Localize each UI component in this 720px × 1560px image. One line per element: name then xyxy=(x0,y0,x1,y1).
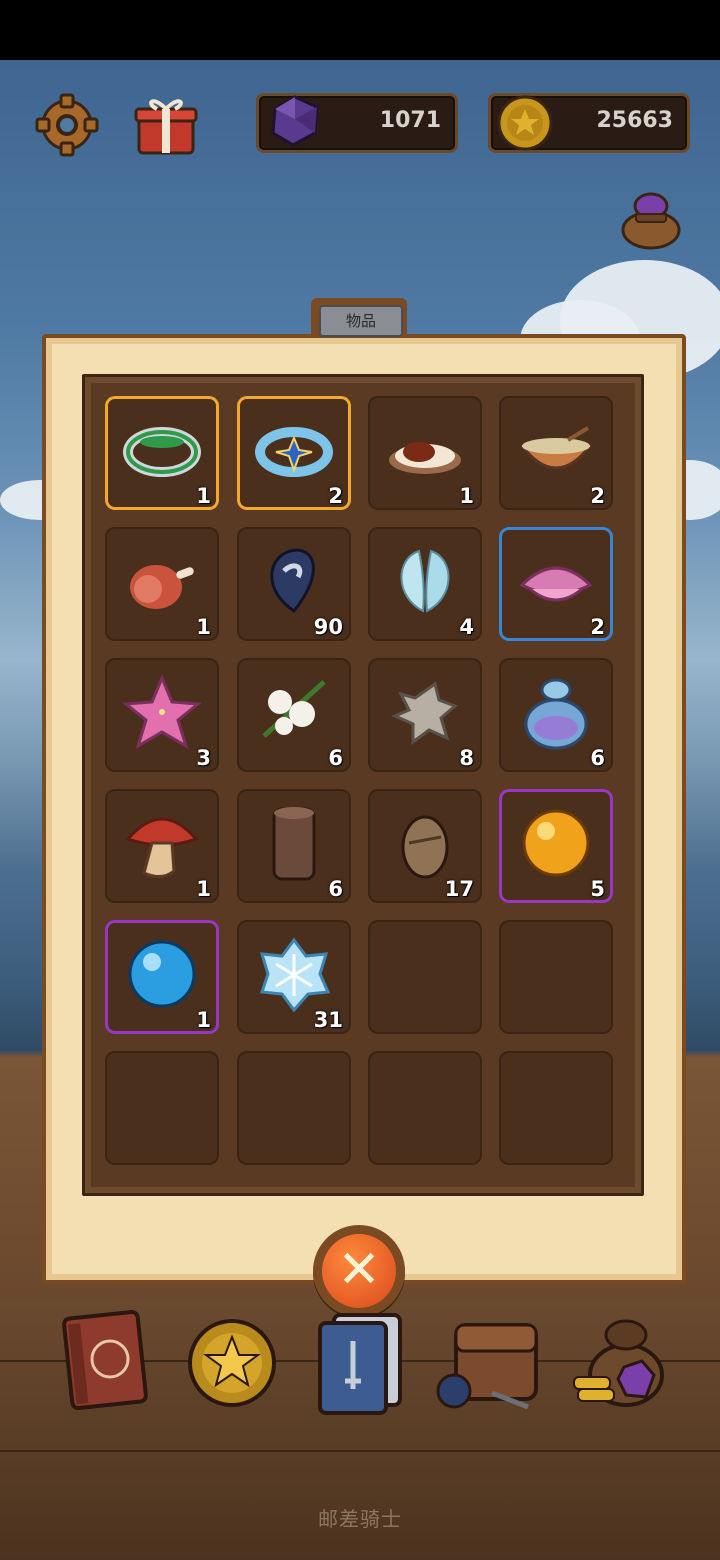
item-count: 17 xyxy=(444,877,474,901)
item-count: 2 xyxy=(328,484,343,508)
inventory-slot-egg-stone[interactable]: 17 xyxy=(368,789,482,903)
inventory-slot-empty[interactable] xyxy=(368,1051,482,1165)
inventory-slot-cotton-flower[interactable]: 6 xyxy=(237,658,351,772)
item-count: 1 xyxy=(196,615,211,639)
nav-book-button[interactable] xyxy=(58,1305,158,1415)
inventory-slot-potion-sack[interactable]: 6 xyxy=(499,658,613,772)
close-icon: ✕ xyxy=(322,1234,396,1308)
coin-count: 25663 xyxy=(596,108,673,133)
inventory-slot-pink-clam[interactable]: 2 xyxy=(499,527,613,641)
inventory-slot-dark-feather[interactable]: 90 xyxy=(237,527,351,641)
item-count: 31 xyxy=(313,1008,343,1032)
inventory-slot-wood-log[interactable]: 6 xyxy=(237,789,351,903)
inventory-slot-green-ring[interactable]: 1 xyxy=(105,396,219,510)
close-button[interactable]: ✕ xyxy=(313,1225,405,1317)
star-coin-icon xyxy=(188,1319,276,1407)
inventory-slot-empty[interactable] xyxy=(237,1051,351,1165)
inventory-slot-empty[interactable] xyxy=(499,1051,613,1165)
inventory-slot-orange-orb[interactable]: 5 xyxy=(499,789,613,903)
inventory-slot-pink-starfish[interactable]: 3 xyxy=(105,658,219,772)
card-deck-icon xyxy=(318,1313,402,1415)
inventory-slot-angel-wings[interactable]: 4 xyxy=(368,527,482,641)
item-count: 8 xyxy=(459,746,474,770)
inventory-slot-soup-bowl[interactable]: 2 xyxy=(499,396,613,510)
gift-icon xyxy=(134,99,198,155)
panel-title: 物品 xyxy=(319,305,403,337)
gift-button[interactable] xyxy=(133,93,199,157)
inventory-slot-ham-meat[interactable]: 1 xyxy=(105,527,219,641)
gear-icon xyxy=(35,93,99,157)
item-count: 4 xyxy=(459,615,474,639)
treasure-bag-icon xyxy=(573,1319,664,1407)
gem-icon xyxy=(271,95,319,147)
inventory-slot-star-ring[interactable]: 2 xyxy=(237,396,351,510)
gem-bag-button[interactable] xyxy=(618,186,684,252)
item-count: 5 xyxy=(590,877,605,901)
item-count: 90 xyxy=(313,615,343,639)
item-count: 1 xyxy=(196,484,211,508)
item-count: 6 xyxy=(590,746,605,770)
coin-icon xyxy=(497,95,553,151)
item-count: 2 xyxy=(590,615,605,639)
inventory-slot-empty[interactable] xyxy=(368,920,482,1034)
item-count: 2 xyxy=(590,484,605,508)
inventory-slot-snowflake[interactable]: 31 xyxy=(237,920,351,1034)
nav-backpack-button[interactable] xyxy=(436,1305,546,1415)
inventory-slot-empty[interactable] xyxy=(499,920,613,1034)
inventory-slot-blue-orb[interactable]: 1 xyxy=(105,920,219,1034)
settings-button[interactable] xyxy=(33,93,101,157)
inventory-slot-animal-pelt[interactable]: 8 xyxy=(368,658,482,772)
item-count: 6 xyxy=(328,877,343,901)
location-label: 邮差骑士 xyxy=(318,1507,402,1531)
inventory-slot-empty[interactable] xyxy=(105,1051,219,1165)
item-count: 1 xyxy=(196,1008,211,1032)
nav-cards-button[interactable] xyxy=(312,1305,412,1415)
coin-counter[interactable]: 25663 xyxy=(488,93,690,153)
red-book-icon xyxy=(62,1309,148,1411)
item-count: 6 xyxy=(328,746,343,770)
nav-coin-button[interactable] xyxy=(184,1305,284,1415)
inventory-slot-curry-rice[interactable]: 1 xyxy=(368,396,482,510)
item-count: 1 xyxy=(196,877,211,901)
gem-count: 1071 xyxy=(379,108,441,133)
inventory-slot-red-mushroom[interactable]: 1 xyxy=(105,789,219,903)
gem-counter[interactable]: 1071 xyxy=(256,93,458,153)
nav-treasure-button[interactable] xyxy=(568,1305,668,1415)
item-count: 1 xyxy=(459,484,474,508)
item-count: 3 xyxy=(196,746,211,770)
gem-bag-icon xyxy=(621,192,681,250)
backpack-icon xyxy=(436,1323,538,1410)
